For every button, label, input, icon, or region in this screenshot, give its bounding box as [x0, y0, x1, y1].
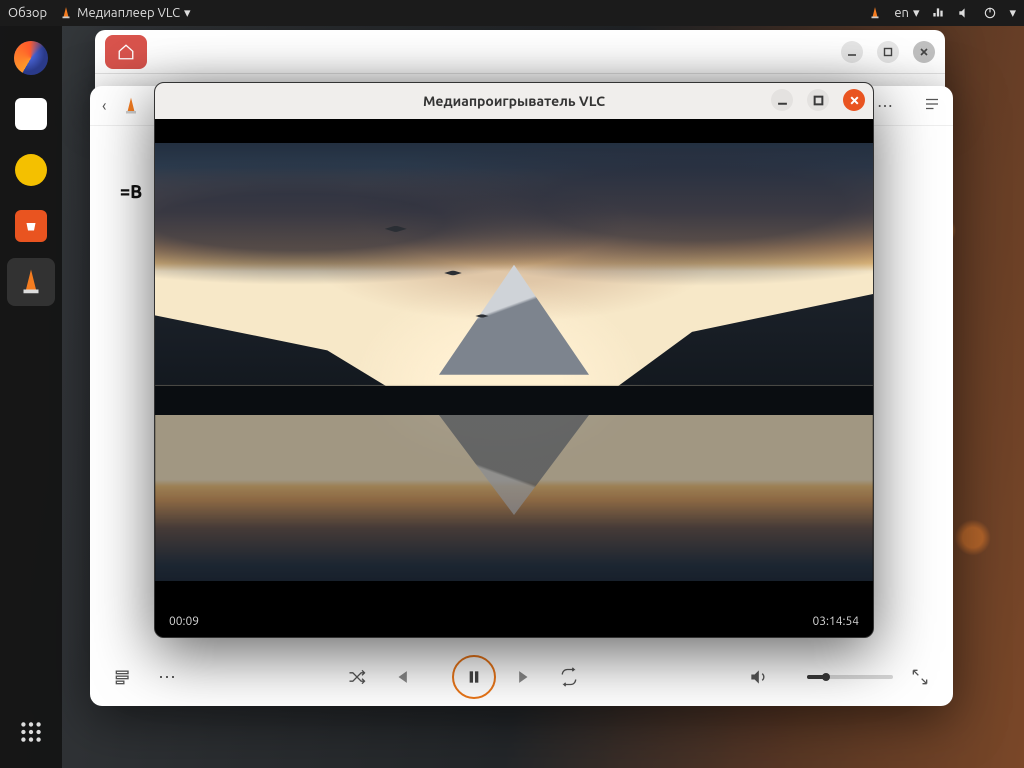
lang-label: en [894, 6, 909, 20]
home-icon [117, 43, 135, 61]
video-frame [155, 119, 873, 605]
vlc-control-bar: ⋯ [90, 648, 953, 706]
vlc-maximize-button[interactable] [807, 89, 829, 111]
activities-button[interactable]: Обзор [8, 6, 47, 20]
back-button[interactable]: ‹ [102, 97, 107, 115]
total-time: 03:14:54 [812, 615, 859, 628]
vlc-minimize-button[interactable] [771, 89, 793, 111]
loop-button[interactable] [558, 666, 580, 688]
dock-firefox[interactable] [7, 34, 55, 82]
gnome-top-panel: Обзор Медиаплеер VLC ▾ en ▾ ▾ [0, 0, 1024, 26]
queue-icon[interactable] [923, 95, 941, 117]
shuffle-button[interactable] [346, 666, 368, 688]
pause-icon [466, 669, 482, 685]
vlc-cone-icon [59, 6, 73, 20]
vlc-cone-icon [16, 267, 46, 297]
vlc-cone-icon [121, 96, 141, 116]
network-icon[interactable] [931, 6, 945, 20]
music-icon [15, 154, 47, 186]
dock-files[interactable] [7, 90, 55, 138]
app-menu[interactable]: Медиаплеер VLC ▾ [59, 6, 190, 21]
vlc-window-title: Медиапроигрыватель VLC [423, 93, 605, 109]
dock-vlc[interactable] [7, 258, 55, 306]
playlist-button[interactable] [112, 666, 134, 688]
dock-software[interactable] [7, 202, 55, 250]
menu-button[interactable]: ⋯ [156, 666, 178, 688]
files-headerbar [95, 30, 945, 74]
files-close-button[interactable] [913, 41, 935, 63]
app-menu-label: Медиаплеер VLC [77, 6, 180, 20]
chevron-down-icon: ▾ [184, 6, 191, 21]
firefox-icon [14, 41, 48, 75]
vlc-player-window[interactable]: Медиапроигрыватель VLC 00:09 03:14:54 [154, 82, 874, 638]
tray-vlc-icon[interactable] [868, 6, 882, 20]
editor-fragment-text: =В [120, 182, 142, 202]
sound-icon[interactable] [957, 6, 971, 20]
previous-button[interactable] [390, 666, 412, 688]
elapsed-time: 00:09 [169, 615, 199, 628]
more-icon[interactable]: ⋯ [877, 96, 895, 115]
system-menu-chevron[interactable]: ▾ [1009, 6, 1016, 21]
ubuntu-dock [0, 26, 62, 768]
vlc-time-bar: 00:09 03:14:54 [155, 605, 873, 637]
files-icon [15, 98, 47, 130]
fullscreen-button[interactable] [909, 666, 931, 688]
vlc-close-button[interactable] [843, 89, 865, 111]
home-path-chip[interactable] [105, 35, 147, 69]
play-pause-button[interactable] [452, 655, 496, 699]
files-minimize-button[interactable] [841, 41, 863, 63]
files-maximize-button[interactable] [877, 41, 899, 63]
volume-slider[interactable] [807, 675, 893, 679]
software-icon [15, 210, 47, 242]
apps-grid-icon [18, 719, 44, 745]
show-applications[interactable] [7, 708, 55, 756]
input-language[interactable]: en ▾ [894, 6, 919, 21]
video-viewport[interactable] [155, 119, 873, 605]
chevron-down-icon: ▾ [913, 6, 920, 21]
vlc-titlebar: Медиапроигрыватель VLC [155, 83, 873, 119]
next-button[interactable] [514, 666, 536, 688]
power-icon[interactable] [983, 6, 997, 20]
volume-button[interactable] [747, 666, 769, 688]
dock-rhythmbox[interactable] [7, 146, 55, 194]
